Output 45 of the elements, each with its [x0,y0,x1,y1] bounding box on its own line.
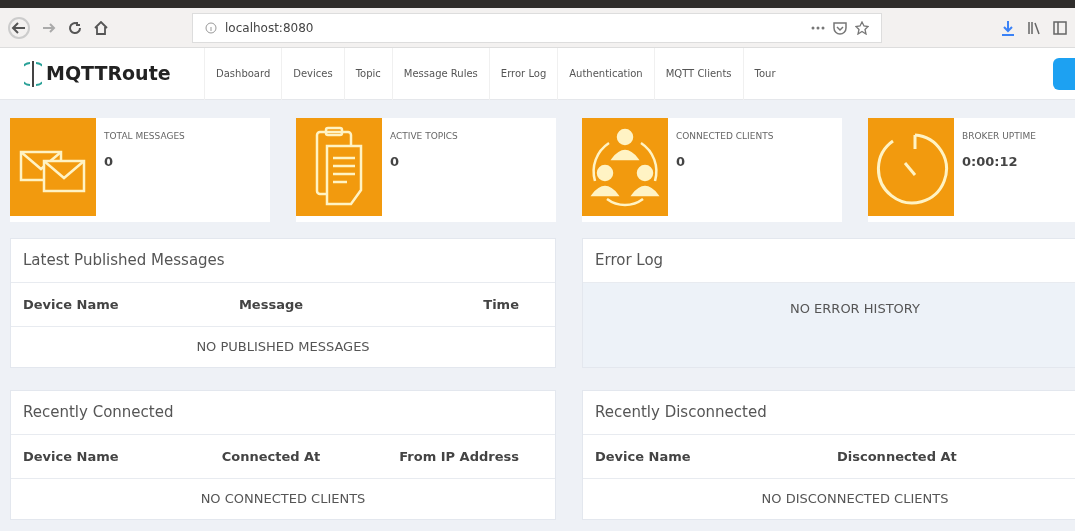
back-icon[interactable] [8,16,30,39]
column-header: Device Name [23,295,120,314]
column-header: From IP Address [398,447,520,466]
home-icon[interactable] [94,20,108,35]
stat-label: CONNECTED CLIENTS [676,130,774,143]
address-bar[interactable]: localhost:8080 [192,12,882,43]
library-icon[interactable] [1027,20,1041,35]
column-header: Device Name [23,447,120,466]
logo-icon [24,59,42,88]
empty-message: NO CONNECTED CLIENTS [200,490,366,509]
column-header: Disconnected At [837,447,957,466]
empty-message: NO ERROR HISTORY [790,300,920,318]
stat-value: 0 [676,152,687,171]
nav-link[interactable]: MQTT Clients [653,47,743,100]
column-header: Device Name [595,447,692,466]
column-header: Time [482,295,520,314]
nav-link[interactable]: Authentication [557,47,654,100]
empty-message: NO DISCONNECTED CLIENTS [761,490,949,509]
pocket-icon[interactable] [833,20,847,35]
nav-link[interactable]: Message Rules [391,47,489,100]
nav-link[interactable]: Error Log [488,47,558,100]
stat-label: ACTIVE TOPICS [390,130,458,143]
brand-name: MQTTRoute [46,61,171,87]
nav-link[interactable]: Topic [343,47,392,100]
stat-value: 0 [104,152,115,171]
button[interactable] [1053,57,1075,90]
panel-title: Latest Published Messages [11,239,555,283]
stat-value: 0 [390,152,401,171]
nav-link[interactable]: Dashboard [204,47,282,100]
stat-label: TOTAL MESSAGES [104,130,185,143]
panel-title: Recently Disconnected [583,391,1075,435]
reload-icon[interactable] [68,20,82,35]
nav-link[interactable]: Devices [281,47,344,100]
download-icon[interactable] [1001,19,1015,36]
panel-title: Recently Connected [11,391,555,435]
star-icon[interactable] [855,20,869,35]
empty-message: NO PUBLISHED MESSAGES [196,338,370,357]
info-icon [205,21,217,34]
stat-label: BROKER UPTIME [962,130,1036,143]
more-icon[interactable] [811,25,825,30]
stat-value: 0:00:12 [962,152,1019,171]
sidebar-icon[interactable] [1053,20,1067,35]
nav-link[interactable]: Tour [742,47,787,100]
column-header: Connected At [220,447,322,466]
column-header: Message [237,295,305,314]
